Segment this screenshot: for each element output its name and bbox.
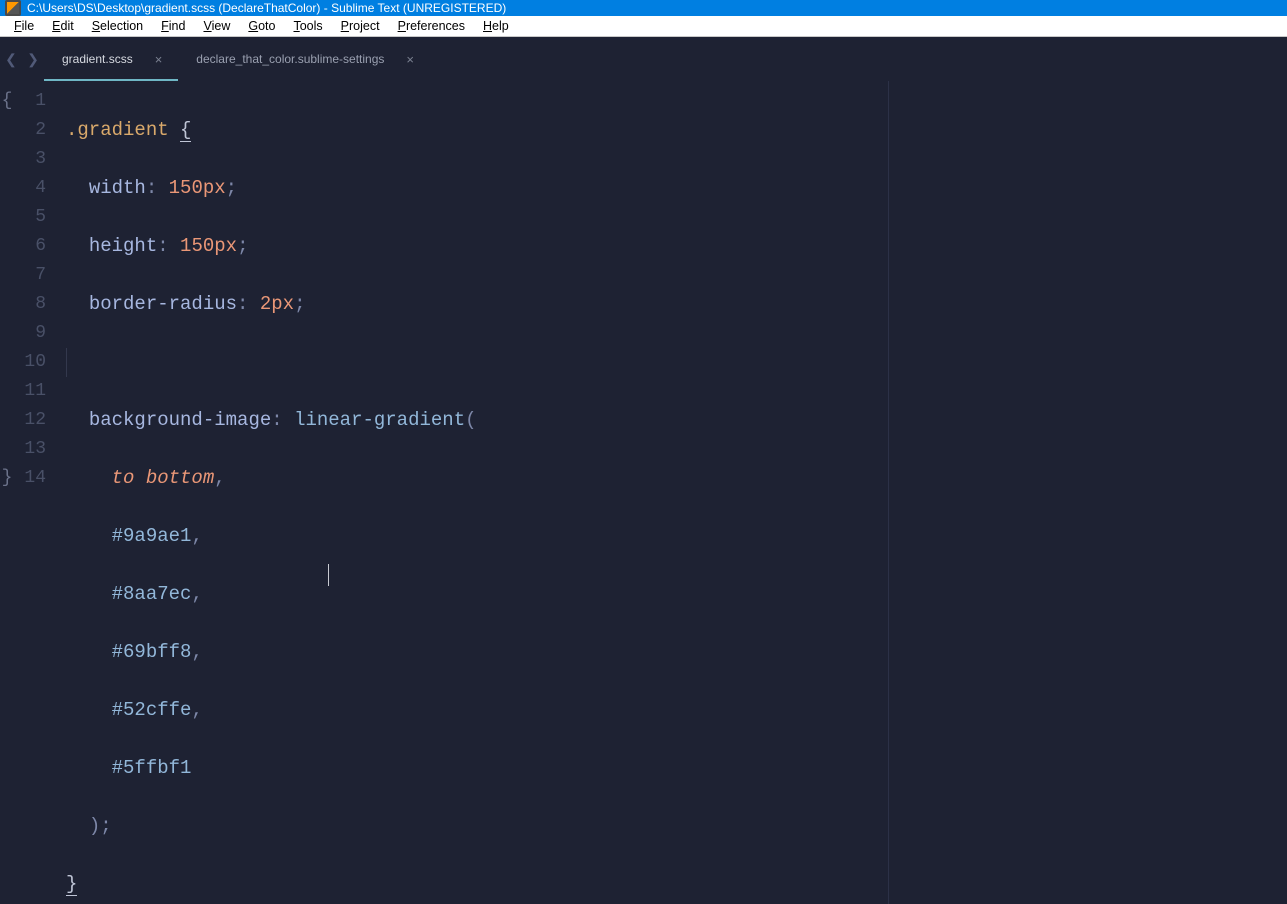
menu-file[interactable]: File (5, 16, 43, 36)
menu-goto[interactable]: Goto (239, 16, 284, 36)
code-content[interactable]: .gradient { width: 150px; height: 150px;… (52, 81, 1287, 904)
line-number: 8 (14, 290, 46, 319)
line-number-gutter[interactable]: 1 2 3 4 5 6 7 8 9 10 11 12 13 14 (14, 81, 52, 904)
menu-bar: File Edit Selection Find View Goto Tools… (0, 16, 1287, 37)
menu-selection[interactable]: Selection (83, 16, 152, 36)
fold-gutter[interactable]: { } (0, 81, 14, 904)
fold-open-icon[interactable]: { (0, 87, 14, 116)
window-title: C:\Users\DS\Desktop\gradient.scss (Decla… (27, 1, 506, 15)
code-line: background-image: linear-gradient( (66, 406, 1287, 435)
code-line: } (66, 870, 1287, 899)
nav-forward-icon[interactable]: ❯ (22, 37, 44, 81)
menu-preferences[interactable]: Preferences (389, 16, 474, 36)
code-line: #52cffe, (66, 696, 1287, 725)
menu-tools[interactable]: Tools (284, 16, 331, 36)
tab-bar: ❮ ❯ gradient.scss × declare_that_color.s… (0, 37, 1287, 81)
editor-area[interactable]: { } 1 2 3 4 5 6 7 8 9 10 11 12 13 14 .gr… (0, 81, 1287, 904)
line-number: 9 (14, 319, 46, 348)
title-bar: C:\Users\DS\Desktop\gradient.scss (Decla… (0, 0, 1287, 16)
line-number: 14 (14, 464, 46, 493)
line-number: 12 (14, 406, 46, 435)
fold-close-icon[interactable]: } (0, 464, 14, 493)
code-line: #5ffbf1 (66, 754, 1287, 783)
close-icon[interactable]: × (155, 52, 163, 67)
code-line: height: 150px; (66, 232, 1287, 261)
tab-gradient-scss[interactable]: gradient.scss × (44, 37, 178, 81)
close-icon[interactable]: × (406, 52, 414, 67)
code-line: to bottom, (66, 464, 1287, 493)
line-number: 4 (14, 174, 46, 203)
line-number: 1 (14, 87, 46, 116)
line-number: 3 (14, 145, 46, 174)
nav-back-icon[interactable]: ❮ (0, 37, 22, 81)
text-caret (328, 564, 329, 586)
tab-label: declare_that_color.sublime-settings (196, 52, 384, 66)
menu-find[interactable]: Find (152, 16, 194, 36)
line-number: 6 (14, 232, 46, 261)
code-line: #69bff8, (66, 638, 1287, 667)
menu-help[interactable]: Help (474, 16, 518, 36)
menu-project[interactable]: Project (332, 16, 389, 36)
code-line: width: 150px; (66, 174, 1287, 203)
app-logo-icon (5, 0, 21, 16)
menu-view[interactable]: View (194, 16, 239, 36)
code-line (66, 348, 1287, 377)
line-number: 10 (14, 348, 46, 377)
tab-label: gradient.scss (62, 52, 133, 66)
code-line: #8aa7ec, (66, 580, 1287, 609)
code-line: .gradient { (66, 116, 1287, 145)
line-number: 7 (14, 261, 46, 290)
line-number: 13 (14, 435, 46, 464)
menu-edit[interactable]: Edit (43, 16, 83, 36)
line-number: 5 (14, 203, 46, 232)
line-number: 11 (14, 377, 46, 406)
code-line: ); (66, 812, 1287, 841)
tab-declarethatcolor-settings[interactable]: declare_that_color.sublime-settings × (178, 37, 430, 81)
line-number: 2 (14, 116, 46, 145)
code-line: border-radius: 2px; (66, 290, 1287, 319)
code-line: #9a9ae1, (66, 522, 1287, 551)
